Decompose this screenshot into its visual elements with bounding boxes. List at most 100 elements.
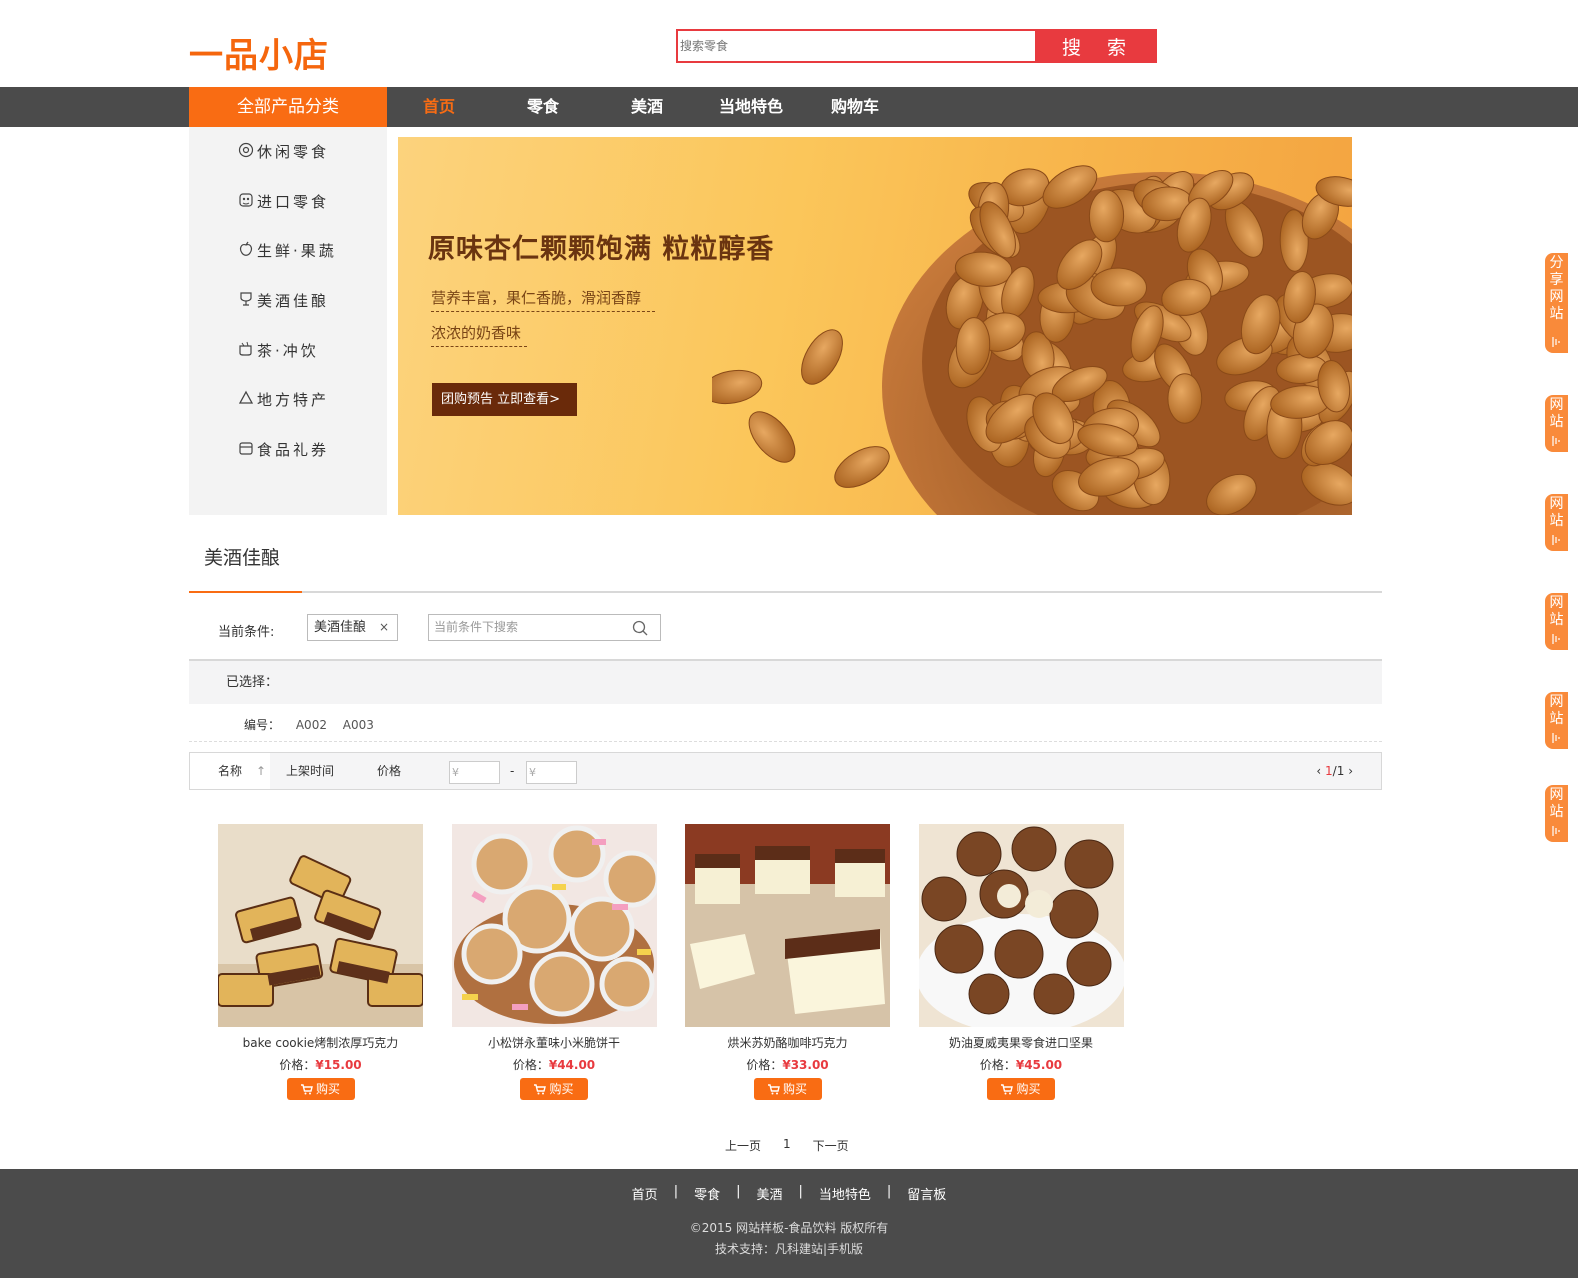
- product-name[interactable]: 奶油夏威夷果零食进口坚果: [919, 1034, 1124, 1051]
- nav-item-home[interactable]: 首页: [387, 87, 491, 127]
- share-tab-4[interactable]: 网站: [1545, 593, 1568, 650]
- dashed-divider: [189, 741, 1382, 742]
- sidebar-item-snacks[interactable]: 休闲零食: [189, 141, 387, 191]
- price-label: 价格：: [979, 1058, 1016, 1072]
- site-footer: 首页 | 零食 | 美酒 | 当地特色 | 留言板 ©2015 网站样板-食品饮…: [0, 1169, 1578, 1278]
- arrow-up-icon: ↑: [256, 764, 267, 778]
- chevron-right-icon[interactable]: ›: [1348, 764, 1353, 778]
- sort-by-price[interactable]: 价格: [377, 753, 401, 789]
- pagination-next[interactable]: 下一页: [813, 1137, 849, 1154]
- nav-item-wine[interactable]: 美酒: [595, 87, 699, 127]
- sort-bar: 名称 ↑ 上架时间 价格 ¥ - ¥ ‹ 1/1 ›: [189, 752, 1382, 790]
- code-option-a002[interactable]: A002: [296, 718, 327, 732]
- product-card: 烘米苏奶酪咖啡巧克力 价格：¥33.00 购买: [685, 824, 890, 1100]
- loose-almond-shape: [712, 369, 763, 405]
- nav-item-cart[interactable]: 购物车: [803, 87, 907, 127]
- product-image-macadamia[interactable]: [918, 824, 1124, 1027]
- pagination-prev[interactable]: 上一页: [725, 1137, 761, 1154]
- sort-by-name[interactable]: 名称 ↑: [190, 753, 270, 789]
- grip-icon: [1552, 733, 1560, 743]
- chevron-left-icon[interactable]: ‹: [1316, 764, 1321, 778]
- buy-button[interactable]: 购买: [520, 1078, 588, 1100]
- product-image-cookie[interactable]: [218, 824, 423, 1027]
- sidebar-item-label: 茶·冲饮: [257, 341, 319, 360]
- price-label: 价格：: [512, 1058, 549, 1072]
- condition-label: 当前条件:: [218, 625, 275, 640]
- banner-cta-button[interactable]: 团购预告 立即查看>: [432, 383, 577, 416]
- specialty-icon: [238, 391, 254, 405]
- selected-label: 已选择：: [226, 675, 279, 690]
- search-input[interactable]: [678, 31, 1035, 61]
- share-site-tab[interactable]: 分享网站: [1545, 253, 1568, 353]
- condition-search-input[interactable]: 当前条件下搜索: [428, 614, 661, 641]
- sidebar-item-imported[interactable]: 进口零食: [189, 191, 387, 241]
- footer-link-wine[interactable]: 美酒: [756, 1184, 782, 1203]
- main-nav: 全部产品分类 首页 零食 美酒 当地特色 购物车: [0, 87, 1578, 127]
- buy-label: 购买: [1016, 1082, 1041, 1096]
- buy-button[interactable]: 购买: [753, 1078, 822, 1100]
- promo-banner[interactable]: 原味杏仁颗颗饱满 粒粒醇香 营养丰富，果仁香脆，滑润香醇 浓浓的奶香味 团购预告…: [398, 137, 1352, 515]
- footer-link-local[interactable]: 当地特色: [819, 1184, 871, 1203]
- footer-tech-support[interactable]: 技术支持：凡科建站|手机版: [0, 1240, 1578, 1257]
- footer-link-guestbook[interactable]: 留言板: [907, 1184, 946, 1203]
- footer-separator: |: [736, 1184, 741, 1199]
- price-min-input[interactable]: ¥: [449, 761, 500, 784]
- grip-icon: [1552, 535, 1560, 545]
- share-tab-label: 分享网站: [1549, 255, 1564, 322]
- category-sidebar: 休闲零食 进口零食 生鲜·果蔬 美酒佳酿 茶·冲饮 地方特产 食品礼券: [189, 127, 387, 515]
- buy-label: 购买: [782, 1082, 807, 1096]
- share-tab-5[interactable]: 网站: [1545, 692, 1568, 749]
- product-name[interactable]: 小松饼永董味小米脆饼干: [452, 1034, 657, 1051]
- product-image-biscuit[interactable]: [451, 824, 657, 1027]
- buy-button[interactable]: 购买: [987, 1078, 1055, 1100]
- code-option-a003[interactable]: A003: [343, 718, 374, 732]
- sidebar-item-label: 美酒佳酿: [257, 292, 330, 311]
- sidebar-item-fresh[interactable]: 生鲜·果蔬: [189, 240, 387, 290]
- sidebar-item-voucher[interactable]: 食品礼券: [189, 439, 387, 489]
- tea-icon: [239, 341, 252, 356]
- footer-link-home[interactable]: 首页: [632, 1184, 658, 1203]
- cart-icon: [1001, 1083, 1014, 1094]
- product-grid: bake cookie烤制浓厚巧克力 价格：¥15.00 购买 小松饼永董味小米…: [218, 824, 1152, 1100]
- price-label: 价格：: [746, 1058, 783, 1072]
- search-button[interactable]: 搜 索: [1035, 31, 1155, 61]
- share-tab-2[interactable]: 网站: [1545, 395, 1568, 452]
- site-logo[interactable]: 一品小店: [189, 28, 329, 77]
- nav-items: 首页 零食 美酒 当地特色 购物车: [387, 87, 907, 127]
- footer-link-snacks[interactable]: 零食: [694, 1184, 720, 1203]
- price-max-input[interactable]: ¥: [526, 761, 577, 784]
- search-bar: 搜 索: [676, 29, 1157, 63]
- product-name[interactable]: 烘米苏奶酪咖啡巧克力: [685, 1034, 890, 1051]
- close-icon[interactable]: ×: [379, 615, 389, 640]
- product-image-cheese-chocolate[interactable]: [685, 824, 890, 1027]
- search-icon[interactable]: [632, 620, 648, 636]
- buy-button[interactable]: 购买: [286, 1078, 355, 1100]
- sidebar-item-tea[interactable]: 茶·冲饮: [189, 340, 387, 390]
- share-tab-3[interactable]: 网站: [1545, 494, 1568, 551]
- share-tab-label: 网站: [1549, 496, 1564, 529]
- price-value: ¥33.00: [782, 1058, 829, 1072]
- all-categories-button[interactable]: 全部产品分类: [189, 87, 387, 127]
- cart-icon: [534, 1083, 547, 1094]
- nav-item-snacks[interactable]: 零食: [491, 87, 595, 127]
- grip-icon: [1552, 436, 1560, 446]
- grip-icon: [1552, 634, 1560, 644]
- sidebar-item-specialty[interactable]: 地方特产: [189, 389, 387, 439]
- product-name[interactable]: bake cookie烤制浓厚巧克力: [218, 1034, 423, 1051]
- code-filter-row: 编号： A002 A003: [244, 716, 386, 733]
- price-range-dash: -: [510, 764, 515, 778]
- section-divider: [189, 591, 1382, 593]
- grip-icon: [1552, 337, 1560, 347]
- sort-by-time[interactable]: 上架时间: [286, 753, 334, 789]
- share-tab-6[interactable]: 网站: [1545, 785, 1568, 842]
- almond-shape: [1088, 189, 1125, 243]
- condition-tag: 美酒佳酿 ×: [307, 614, 398, 641]
- cart-icon: [300, 1083, 313, 1094]
- share-tab-label: 网站: [1549, 397, 1564, 430]
- import-icon: [239, 193, 253, 207]
- page-total: /1: [1332, 764, 1345, 778]
- nav-item-local[interactable]: 当地特色: [699, 87, 803, 127]
- pagination-page-1[interactable]: 1: [783, 1137, 791, 1154]
- banner-subtitle-2: 浓浓的奶香味: [431, 322, 528, 347]
- sidebar-item-wine[interactable]: 美酒佳酿: [189, 290, 387, 340]
